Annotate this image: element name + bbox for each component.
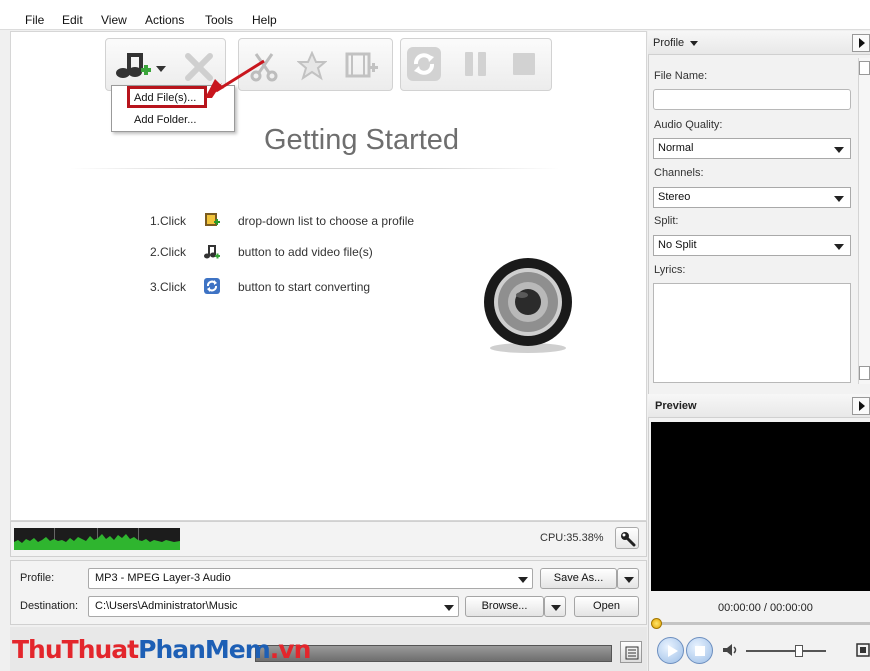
chevron-down-icon (690, 41, 698, 46)
menu-bar: File Edit View Actions Tools Help (0, 0, 870, 30)
music-note-add-icon (204, 245, 220, 259)
step-2-number: 2.Click (150, 245, 187, 259)
chevron-down-icon (834, 244, 844, 250)
scroll-down-icon[interactable] (859, 366, 870, 380)
speaker-icon (484, 258, 572, 353)
file-name-label: File Name: (654, 70, 708, 82)
music-note-add-icon (116, 53, 166, 78)
preview-expand-button[interactable] (852, 397, 870, 415)
seek-handle[interactable] (651, 618, 662, 629)
red-arrow-icon (204, 59, 265, 98)
profile-label: Profile: (20, 572, 55, 584)
menu-actions[interactable]: Actions (145, 13, 184, 27)
stop-icon (695, 646, 705, 656)
menu-add-folder[interactable]: Add Folder... (134, 114, 196, 126)
watermark-part-2: PhanMem (138, 635, 271, 664)
lyrics-label: Lyrics: (654, 264, 686, 276)
profile-expand-button[interactable] (852, 34, 870, 52)
step-1-text: drop-down list to choose a profile (238, 214, 415, 228)
volume-icon[interactable] (722, 643, 740, 657)
lyrics-textarea[interactable] (653, 283, 851, 383)
volume-slider[interactable] (746, 650, 826, 652)
split-value: No Split (658, 239, 697, 251)
menu-tools[interactable]: Tools (205, 13, 233, 27)
chevron-down-icon (444, 605, 454, 611)
step-3-number: 3.Click (150, 280, 187, 294)
play-icon (668, 645, 678, 657)
play-button[interactable] (657, 637, 684, 664)
audio-quality-label: Audio Quality: (654, 119, 723, 131)
seek-bar[interactable] (655, 622, 870, 625)
profile-select[interactable]: MP3 - MPEG Layer-3 Audio (88, 568, 533, 589)
channels-value: Stereo (658, 191, 691, 203)
volume-handle[interactable] (795, 645, 803, 657)
playback-time: 00:00:00 / 00:00:00 (718, 602, 813, 614)
menu-help[interactable]: Help (252, 13, 277, 27)
save-as-dropdown-button[interactable] (617, 568, 639, 589)
cpu-usage: CPU:35.38% (540, 532, 604, 544)
browse-dropdown-button[interactable] (544, 596, 566, 617)
menu-edit[interactable]: Edit (62, 13, 83, 27)
sidebar-scrollbar[interactable] (858, 58, 870, 384)
scroll-up-icon[interactable] (859, 61, 870, 75)
list-icon (625, 646, 639, 660)
preview-video-screen (651, 422, 870, 591)
watermark-logo: ThuThuatPhanMem.vn (12, 634, 312, 666)
watermark-part-1: ThuThuat (12, 635, 139, 664)
star-effect-icon[interactable] (297, 51, 327, 81)
stop-playback-button[interactable] (686, 637, 713, 664)
split-label: Split: (654, 215, 679, 227)
snapshot-icon[interactable] (856, 642, 870, 658)
channels-select[interactable]: Stereo (653, 187, 851, 208)
preview-title: Preview (655, 400, 697, 412)
menu-file[interactable]: File (25, 13, 44, 27)
audio-quality-value: Normal (658, 142, 694, 154)
save-as-button[interactable]: Save As... (540, 568, 617, 589)
destination-label: Destination: (20, 600, 79, 612)
step-1-number: 1.Click (150, 214, 187, 228)
audio-level-meter (14, 528, 180, 550)
task-list-button[interactable] (620, 641, 642, 663)
channels-label: Channels: (654, 167, 704, 179)
pause-icon[interactable] (463, 50, 489, 78)
browse-button[interactable]: Browse... (465, 596, 544, 617)
convert-icon (204, 278, 220, 294)
profile-value: MP3 - MPEG Layer-3 Audio (95, 572, 231, 584)
menu-view[interactable]: View (101, 13, 127, 27)
destination-value: C:\Users\Administrator\Music (95, 600, 238, 612)
highlight-box (127, 86, 207, 108)
film-merge-icon[interactable] (345, 51, 379, 81)
add-file-button[interactable] (113, 46, 173, 84)
profile-pane-title[interactable]: Profile (653, 37, 684, 49)
open-button[interactable]: Open (574, 596, 639, 617)
film-profile-icon (205, 213, 220, 226)
getting-started-divider (70, 168, 560, 169)
chevron-down-icon (834, 147, 844, 153)
split-select[interactable]: No Split (653, 235, 851, 256)
wrench-icon (621, 532, 636, 547)
audio-quality-select[interactable]: Normal (653, 138, 851, 159)
step-2-text: button to add video file(s) (238, 245, 373, 259)
destination-input[interactable]: C:\Users\Administrator\Music (88, 596, 459, 617)
step-3-text: button to start converting (238, 280, 371, 294)
settings-button[interactable] (615, 527, 639, 549)
watermark-part-3: .vn (269, 635, 312, 664)
stop-icon[interactable] (511, 51, 537, 77)
file-name-input[interactable] (653, 89, 851, 110)
getting-started-title: Getting Started (264, 124, 460, 156)
convert-refresh-icon[interactable] (405, 45, 443, 83)
chevron-down-icon (518, 577, 528, 583)
chevron-down-icon (834, 196, 844, 202)
